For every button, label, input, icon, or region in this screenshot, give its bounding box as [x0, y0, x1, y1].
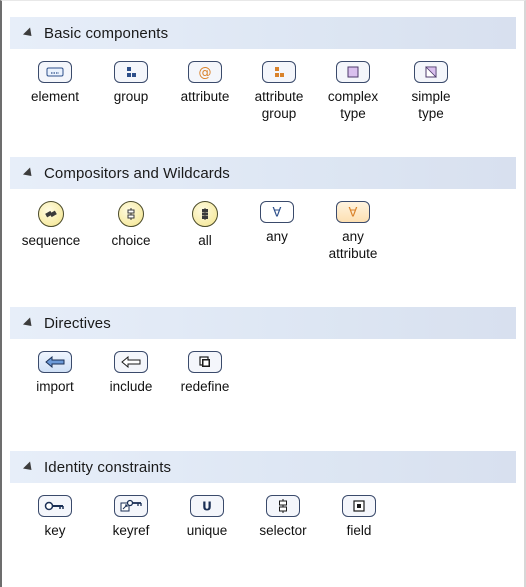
item-label: attribute group — [254, 89, 304, 121]
palette-item-all[interactable]: all — [164, 201, 246, 249]
item-label: include — [109, 379, 153, 394]
item-label: group — [113, 89, 149, 104]
palette-item-keyref[interactable]: keyref — [90, 495, 172, 539]
section-items-directives: import include redefine — [10, 351, 516, 431]
collapse-triangle-icon[interactable] — [22, 166, 36, 180]
redefine-icon — [188, 351, 222, 373]
svg-text:∀: ∀ — [349, 206, 358, 220]
item-label: unique — [186, 523, 228, 538]
collapse-triangle-icon[interactable] — [22, 316, 36, 330]
sequence-icon — [38, 201, 64, 227]
simple-type-icon — [414, 61, 448, 83]
palette-item-simple-type[interactable]: simple type — [390, 61, 472, 122]
item-label: field — [346, 523, 372, 538]
svg-text:@: @ — [199, 66, 212, 81]
key-icon — [38, 495, 72, 517]
palette-item-key[interactable]: key — [14, 495, 96, 539]
complex-type-icon — [336, 61, 370, 83]
section-title: Identity constraints — [44, 458, 172, 476]
palette-item-attribute-group[interactable]: attribute group — [238, 61, 320, 122]
section-items-basic-components: element group @ attribute attribute grou… — [10, 61, 516, 151]
section-header-compositors-and-wildcards[interactable]: Compositors and Wildcards — [10, 157, 516, 189]
palette-item-any-attribute[interactable]: ∀ any attribute — [312, 201, 394, 262]
item-label: sequence — [21, 233, 81, 248]
item-label: import — [36, 379, 74, 394]
palette-item-unique[interactable]: U unique — [166, 495, 248, 539]
unique-icon: U — [190, 495, 224, 517]
keyref-icon — [114, 495, 148, 517]
palette-item-complex-type[interactable]: complex type — [312, 61, 394, 122]
item-label: attribute — [180, 89, 230, 104]
palette-item-sequence[interactable]: sequence — [10, 201, 92, 249]
section-items-identity-constraints: key keyref U unique selector field — [10, 495, 516, 575]
attribute-icon: @ — [188, 61, 222, 83]
item-label: key — [44, 523, 66, 538]
item-label: selector — [259, 523, 307, 538]
element-icon — [38, 61, 72, 83]
field-icon — [342, 495, 376, 517]
include-icon — [114, 351, 148, 373]
toolbox-palette: Basic components element group @ attribu… — [0, 0, 526, 587]
palette-item-redefine[interactable]: redefine — [164, 351, 246, 395]
group-icon — [114, 61, 148, 83]
collapse-triangle-icon[interactable] — [22, 26, 36, 40]
item-label: any — [266, 229, 288, 244]
any-icon: ∀ — [260, 201, 294, 223]
item-label: choice — [111, 233, 151, 248]
item-label: complex type — [327, 89, 379, 121]
palette-item-field[interactable]: field — [318, 495, 400, 539]
section-header-identity-constraints[interactable]: Identity constraints — [10, 451, 516, 483]
section-title: Compositors and Wildcards — [44, 164, 230, 182]
section-items-compositors-and-wildcards: sequence choice all ∀ any ∀ any attribut… — [10, 201, 516, 301]
item-label: keyref — [112, 523, 150, 538]
attribute-group-icon — [262, 61, 296, 83]
palette-item-attribute[interactable]: @ attribute — [164, 61, 246, 105]
item-label: simple type — [411, 89, 451, 121]
palette-item-any[interactable]: ∀ any — [236, 201, 318, 245]
section-header-basic-components[interactable]: Basic components — [10, 17, 516, 49]
palette-item-element[interactable]: element — [14, 61, 96, 105]
selector-icon — [266, 495, 300, 517]
choice-icon — [118, 201, 144, 227]
section-title: Directives — [44, 314, 111, 332]
svg-text:U: U — [202, 500, 212, 514]
all-icon — [192, 201, 218, 227]
collapse-triangle-icon[interactable] — [22, 460, 36, 474]
any-attribute-icon: ∀ — [336, 201, 370, 223]
palette-item-choice[interactable]: choice — [90, 201, 172, 249]
section-title: Basic components — [44, 24, 169, 42]
svg-text:∀: ∀ — [273, 206, 282, 220]
section-header-directives[interactable]: Directives — [10, 307, 516, 339]
item-label: element — [30, 89, 80, 104]
palette-item-import[interactable]: import — [14, 351, 96, 395]
item-label: all — [198, 233, 212, 248]
item-label: redefine — [180, 379, 230, 394]
palette-item-selector[interactable]: selector — [242, 495, 324, 539]
import-icon — [38, 351, 72, 373]
item-label: any attribute — [328, 229, 378, 261]
palette-item-include[interactable]: include — [90, 351, 172, 395]
palette-item-group[interactable]: group — [90, 61, 172, 105]
